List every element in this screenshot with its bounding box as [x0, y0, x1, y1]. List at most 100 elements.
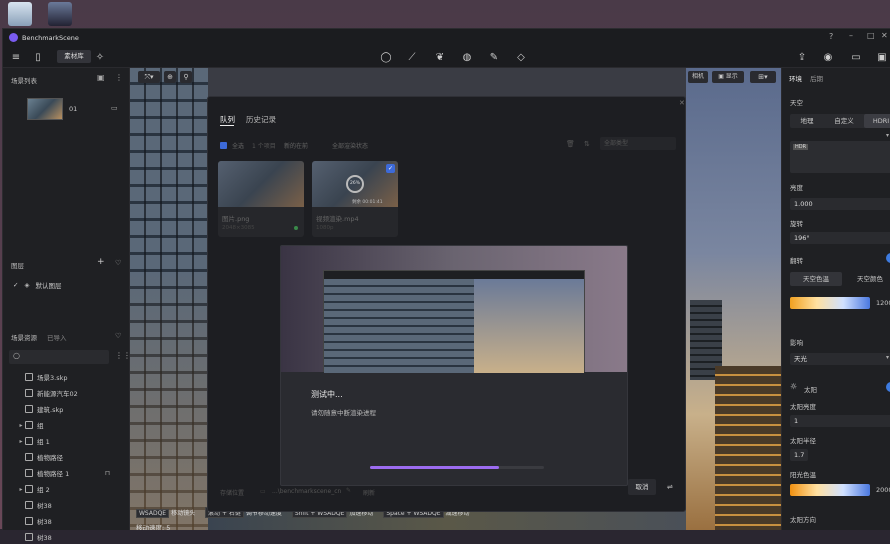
pin-icon[interactable]: ⚲: [180, 71, 192, 83]
asset-tree-item[interactable]: 树38: [3, 530, 130, 544]
light-icon[interactable]: ◯: [379, 50, 393, 64]
asset-tree-item[interactable]: 树38: [3, 514, 130, 528]
transform-tool-button[interactable]: ⤧▾: [138, 71, 160, 83]
asset-tree-item[interactable]: 新能源汽车02: [3, 386, 130, 400]
sky-tab-geo[interactable]: 地理: [790, 114, 824, 128]
flip-toggle[interactable]: [886, 253, 890, 263]
model-icon: [25, 517, 33, 525]
dialog-subtitle: 请勿随意中断渲染进程: [311, 409, 376, 417]
sun-color-gradient[interactable]: [790, 484, 870, 496]
asset-search-input[interactable]: ○: [9, 350, 109, 364]
render-card-image[interactable]: 图片.png 2048×3085: [218, 161, 304, 237]
asset-tree-item[interactable]: ▸ 组: [3, 418, 130, 432]
sun-radius-input[interactable]: 1.7: [790, 449, 808, 461]
asset-tree-item[interactable]: 建筑.skp: [3, 402, 130, 416]
camera-button[interactable]: 相机: [688, 71, 708, 83]
sort-icon[interactable]: ⇅: [584, 140, 590, 148]
leaf-icon[interactable]: ❦: [433, 50, 447, 64]
globe-icon[interactable]: ⊕: [164, 71, 176, 83]
sun-dir-label: 太阳方向: [790, 516, 816, 524]
status-filter-dropdown[interactable]: 全部渲染状态: [332, 141, 368, 150]
sun-bright-input[interactable]: 1: [790, 415, 890, 427]
type-filter-dropdown[interactable]: 全部类型: [600, 137, 676, 150]
heart-icon[interactable]: ♡: [115, 259, 121, 267]
help-icon[interactable]: ?: [829, 32, 833, 41]
sun-toggle[interactable]: [886, 382, 890, 392]
asset-tree-item[interactable]: ▸ 组 2: [3, 482, 130, 496]
chevron-down-icon[interactable]: ▾: [886, 354, 889, 361]
expand-caret-icon[interactable]: ▸: [17, 486, 25, 493]
dialog-title: 测试中...: [311, 390, 343, 399]
heart-icon[interactable]: ♡: [115, 332, 121, 340]
expand-caret-icon[interactable]: ▸: [17, 438, 25, 445]
render-card-video[interactable]: 26% 剩余 00:01:41 ✓ 视频渲染.mp4 1080p: [312, 161, 398, 237]
sky-temp-value[interactable]: 12000: [876, 299, 890, 307]
minimize-button[interactable]: –: [849, 31, 853, 40]
layers-icon[interactable]: ◇: [514, 50, 528, 64]
asset-tree-item[interactable]: 植物路径: [3, 450, 130, 464]
shadow-select[interactable]: 天光: [790, 353, 890, 365]
tab-history[interactable]: 历史记录: [246, 114, 276, 125]
tab-post[interactable]: 后期: [810, 73, 823, 83]
default-layer-row[interactable]: ✓ ◈ 默认图层: [3, 278, 130, 292]
hdri-preview[interactable]: HDR: [790, 141, 890, 173]
tab-sky-color[interactable]: 天空颜色: [842, 272, 890, 286]
video-icon[interactable]: ▭: [849, 50, 863, 64]
scene-item-label[interactable]: 01: [69, 105, 77, 113]
camera-icon[interactable]: ◉: [821, 50, 835, 64]
more-icon[interactable]: ⋮: [115, 73, 123, 82]
modal-close-icon[interactable]: ✕: [679, 99, 685, 107]
share-icon[interactable]: ⇪: [795, 50, 809, 64]
asset-tree-item[interactable]: 场景3.skp: [3, 370, 130, 384]
add-layer-icon[interactable]: +: [97, 257, 105, 267]
select-all-checkbox[interactable]: [220, 142, 227, 149]
building-glow: [130, 268, 208, 530]
assets-imported-tab[interactable]: 已导入: [47, 332, 67, 342]
app-shortcut-icon[interactable]: [48, 2, 72, 26]
magic-icon[interactable]: ✧: [93, 50, 107, 64]
brush-icon[interactable]: ✎: [487, 50, 501, 64]
lock-icon[interactable]: ⊓: [105, 469, 110, 477]
asset-tree-item[interactable]: 树38: [3, 498, 130, 512]
color-mode-tabs: 天空色温 天空颜色: [790, 272, 890, 286]
tab-sky-temp[interactable]: 天空色温: [790, 272, 842, 286]
library-button[interactable]: 素材库: [57, 50, 91, 63]
card-remaining: 剩余 00:01:41: [352, 200, 383, 205]
path-icon[interactable]: ⟋: [405, 50, 419, 64]
chevron-down-icon[interactable]: ▾: [886, 132, 889, 139]
refresh-button[interactable]: 刷新: [363, 488, 375, 497]
asset-tree-item[interactable]: ▸ 组 1: [3, 434, 130, 448]
new-file-icon[interactable]: ▯: [31, 50, 45, 64]
scene-thumbnail[interactable]: [27, 98, 63, 120]
cancel-button[interactable]: 取消: [628, 479, 656, 495]
sun-color-value[interactable]: 2000: [876, 486, 890, 494]
tab-queue[interactable]: 队列: [220, 114, 235, 125]
menu-icon[interactable]: ≡: [9, 50, 23, 64]
display-button[interactable]: ▣ 显示: [712, 71, 744, 83]
trash-icon[interactable]: 🗑: [566, 140, 575, 148]
card-check-icon[interactable]: ✓: [386, 164, 395, 173]
save-path[interactable]: ...\benchmarkscene_cn: [272, 488, 341, 495]
item-count: 1 个项目: [252, 143, 276, 150]
grid-view-icon[interactable]: ⋮⋮: [115, 351, 131, 360]
settings-icon[interactable]: ⇌: [667, 483, 673, 491]
brightness-input[interactable]: 1.000: [790, 198, 890, 210]
edit-icon[interactable]: ✎: [346, 487, 351, 494]
asset-tree-item[interactable]: 植物路径 1 ⊓: [3, 466, 130, 480]
sky-temp-gradient[interactable]: [790, 297, 870, 309]
sort-dropdown[interactable]: 新的在前: [284, 141, 308, 150]
rotation-input[interactable]: 196°: [790, 232, 890, 244]
image-icon[interactable]: ▣: [875, 50, 889, 64]
recycle-bin-icon[interactable]: [8, 2, 32, 26]
sky-tab-hdri[interactable]: HDRI: [864, 114, 890, 128]
expand-caret-icon[interactable]: ▸: [17, 422, 25, 429]
maximize-button[interactable]: □: [867, 31, 875, 40]
check-icon: ✓: [13, 281, 19, 289]
close-button[interactable]: ✕: [881, 31, 888, 40]
fire-icon[interactable]: ◍: [460, 50, 474, 64]
tab-environment[interactable]: 环境: [789, 73, 802, 83]
view-options-button[interactable]: ⊞▾: [750, 71, 776, 83]
sky-tab-custom[interactable]: 自定义: [824, 114, 864, 128]
image-add-icon[interactable]: ▣: [97, 73, 105, 82]
flip-label: 翻转: [790, 257, 803, 265]
